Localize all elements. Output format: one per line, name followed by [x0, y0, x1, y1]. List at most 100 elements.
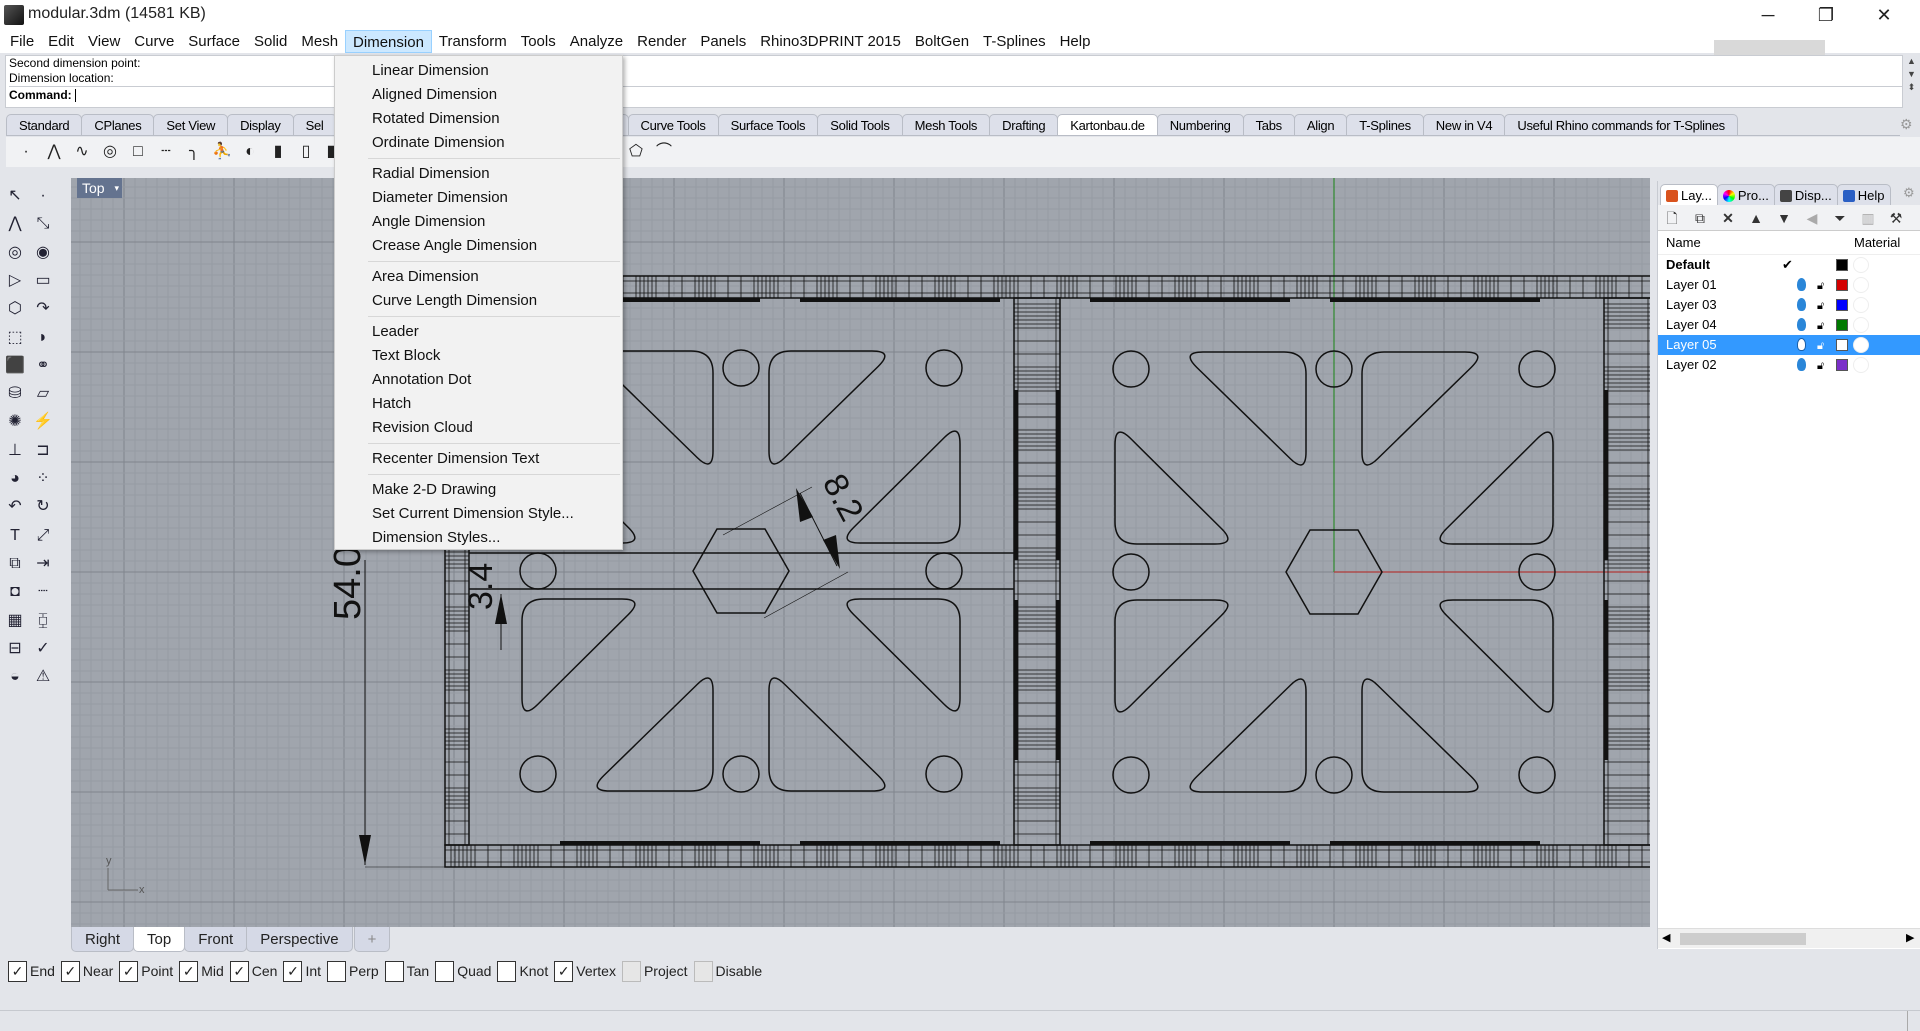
menu-t-splines[interactable]: T-Splines — [976, 30, 1053, 53]
polyline-icon[interactable]: ⋀ — [3, 212, 27, 236]
scrollbar-thumb[interactable] — [1680, 933, 1806, 945]
scroll-both-icon[interactable]: ⬍ — [1903, 81, 1920, 94]
rectangle-icon[interactable]: □ — [126, 140, 150, 164]
viewport-tab-right[interactable]: Right — [71, 927, 135, 952]
material-icon[interactable] — [1853, 317, 1869, 333]
menu-item-area-dimension[interactable]: Area Dimension — [335, 265, 622, 289]
layer-row[interactable]: Layer 02 🔓︎ — [1658, 355, 1920, 375]
layer-name[interactable]: Layer 04 — [1666, 315, 1717, 335]
check-icon[interactable]: ✓ — [31, 637, 55, 661]
group-icon[interactable]: ⧉ — [3, 552, 27, 576]
move-down-icon[interactable]: ▼ — [1774, 208, 1794, 228]
polygon-icon[interactable]: ▷ — [3, 269, 27, 293]
hexagon-icon[interactable]: ⬡ — [3, 297, 27, 321]
offset-icon[interactable]: ⊐ — [31, 439, 55, 463]
checkbox[interactable]: ✓ — [179, 960, 199, 982]
blend-icon[interactable]: ↻ — [31, 495, 55, 519]
sphere-icon[interactable]: ◕ — [3, 467, 27, 491]
toolbar-tab[interactable]: Kartonbau.de — [1057, 114, 1158, 135]
script-icon[interactable]: ⛹ — [210, 140, 234, 164]
array-icon[interactable]: ⁘ — [31, 467, 55, 491]
text-icon[interactable]: T — [3, 524, 27, 548]
fillet-icon[interactable]: ╮ — [182, 140, 206, 164]
layer-states-icon[interactable]: ▥ — [1858, 208, 1878, 228]
scroll-left-icon[interactable]: ◀ — [1662, 931, 1670, 944]
menu-transform[interactable]: Transform — [432, 30, 514, 53]
toolbar-tab[interactable]: Surface Tools — [717, 114, 819, 135]
arc-icon[interactable]: ⌒ — [652, 140, 676, 164]
shell-icon[interactable]: ⊟ — [3, 637, 27, 661]
material-icon[interactable] — [1853, 257, 1869, 273]
menu-item-leader[interactable]: Leader — [335, 320, 622, 344]
menu-view[interactable]: View — [81, 30, 127, 53]
column-material[interactable]: Material — [1854, 235, 1900, 250]
horizontal-scrollbar[interactable]: ◀ ▶ — [1658, 928, 1920, 948]
menu-item-angle-dimension[interactable]: Angle Dimension — [335, 210, 622, 234]
toolbar-tab[interactable]: Display — [227, 114, 294, 135]
layer-row[interactable]: Layer 03 🔓︎ — [1658, 295, 1920, 315]
menu-analyze[interactable]: Analyze — [563, 30, 630, 53]
layer-color-swatch[interactable] — [1836, 259, 1848, 271]
toolbar-tab[interactable]: Set View — [153, 114, 229, 135]
polyline-icon[interactable]: ⋀ — [42, 140, 66, 164]
menu-tools[interactable]: Tools — [514, 30, 563, 53]
menu-item-linear-dimension[interactable]: Linear Dimension — [335, 59, 622, 83]
surface-icon[interactable]: ⬚ — [3, 326, 27, 350]
scale-icon[interactable]: ⤢ — [31, 524, 55, 548]
viewport-tab-perspective[interactable]: Perspective — [246, 927, 353, 952]
menu-item-set-current-dimension-style[interactable]: Set Current Dimension Style... — [335, 502, 622, 526]
menu-item-radial-dimension[interactable]: Radial Dimension — [335, 162, 622, 186]
menu-dimension[interactable]: Dimension — [345, 30, 432, 53]
menu-help[interactable]: Help — [1053, 30, 1098, 53]
close-button[interactable]: ✕ — [1861, 2, 1907, 28]
layer-color-swatch[interactable] — [1836, 279, 1848, 291]
select-icon[interactable]: ↖ — [3, 184, 27, 208]
solid-icon[interactable]: ◘ — [3, 580, 27, 604]
analyze-icon[interactable]: ⚠ — [31, 665, 55, 689]
menu-item-make-2-d-drawing[interactable]: Make 2-D Drawing — [335, 478, 622, 502]
menu-item-curve-length-dimension[interactable]: Curve Length Dimension — [335, 289, 622, 313]
filter-icon[interactable]: ⏷ — [1830, 208, 1850, 228]
unlock-icon[interactable]: 🔓︎ — [1817, 316, 1824, 336]
toolbar-tab[interactable]: Sel — [292, 114, 337, 135]
unlock-icon[interactable]: 🔓︎ — [1817, 336, 1824, 356]
layer-icon[interactable]: ⧮ — [31, 609, 55, 633]
menu-item-dimension-styles[interactable]: Dimension Styles... — [335, 526, 622, 550]
menu-mesh[interactable]: Mesh — [294, 30, 345, 53]
tools-icon[interactable]: ⚒ — [1886, 208, 1906, 228]
osnap-near[interactable]: ✓ Near — [60, 960, 113, 982]
viewport-top[interactable]: 54.0 3.4 8.2 x y — [71, 178, 1650, 927]
checkbox[interactable] — [327, 960, 347, 982]
osnap-disable[interactable]: Disable — [693, 960, 762, 982]
dimension-icon[interactable]: ┈ — [31, 580, 55, 604]
osnap-cen[interactable]: ✓ Cen — [229, 960, 277, 982]
osnap-point[interactable]: ✓ Point — [119, 960, 173, 982]
toolbar-tab[interactable]: Tabs — [1242, 114, 1295, 135]
menu-file[interactable]: File — [3, 30, 41, 53]
toolbar-tab[interactable]: T-Splines — [1346, 114, 1424, 135]
menu-edit[interactable]: Edit — [41, 30, 81, 53]
toolbar-tab[interactable]: Mesh Tools — [901, 114, 991, 135]
surface-icon[interactable]: ▯ — [294, 140, 318, 164]
lightbulb-icon[interactable] — [1797, 278, 1806, 291]
rectangle-icon[interactable]: ▭ — [31, 269, 55, 293]
checkbox[interactable]: ✓ — [229, 960, 249, 982]
toolbar-tab[interactable]: Align — [1293, 114, 1348, 135]
join-icon[interactable]: ⊥ — [3, 439, 27, 463]
unlock-icon[interactable]: 🔓︎ — [1817, 296, 1824, 316]
circle-icon[interactable]: ◎ — [3, 241, 27, 265]
menu-curve[interactable]: Curve — [127, 30, 181, 53]
menu-render[interactable]: Render — [630, 30, 693, 53]
lightbulb-icon[interactable] — [1797, 298, 1806, 311]
osnap-project[interactable]: Project — [621, 960, 688, 982]
checkbox[interactable]: ✓ — [8, 960, 27, 982]
panel-tab-help[interactable]: Help — [1836, 184, 1891, 205]
toolbar-tab[interactable]: Curve Tools — [627, 114, 719, 135]
explode-icon[interactable]: ✺ — [3, 410, 27, 434]
osnap-quad[interactable]: Quad — [435, 960, 491, 982]
layer-name[interactable]: Layer 03 — [1666, 295, 1717, 315]
checkbox[interactable] — [384, 960, 404, 982]
material-icon[interactable] — [1853, 297, 1869, 313]
maximize-button[interactable]: ❐ — [1803, 2, 1849, 28]
checkbox[interactable]: ✓ — [283, 960, 303, 982]
